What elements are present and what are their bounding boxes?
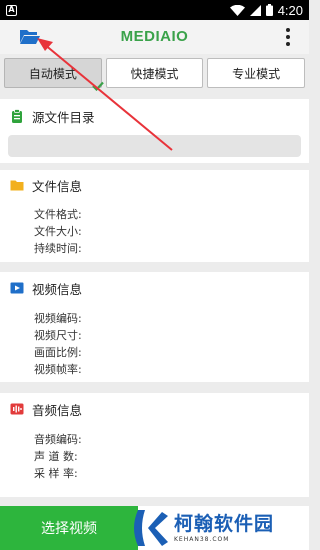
file-size-label: 文件大小: xyxy=(34,225,82,238)
video-icon xyxy=(10,282,24,294)
video-info-title: 视频信息 xyxy=(32,281,83,297)
watermark-domain: KEHAN38.COM xyxy=(174,536,230,543)
video-info-card: 视频信息 视频编码: 视频尺寸: 画面比例: 视频帧率: xyxy=(0,272,309,382)
select-video-button[interactable]: 选择视频 xyxy=(0,506,138,550)
signal-icon xyxy=(249,4,261,16)
source-dir-title: 源文件目录 xyxy=(32,109,95,125)
video-size-label: 视频尺寸: xyxy=(34,329,82,342)
aspect-ratio-label: 画面比例: xyxy=(34,346,82,359)
tab-pro-mode[interactable]: 专业模式 xyxy=(207,58,306,88)
folder-icon xyxy=(10,180,24,191)
status-time: 4:20 xyxy=(277,2,303,18)
status-icons: 4:20 xyxy=(229,2,303,18)
app-title: MEDIAIO xyxy=(120,28,189,45)
kehan-logo-icon xyxy=(134,510,168,546)
source-dir-card: 源文件目录 xyxy=(0,99,309,163)
video-codec-label: 视频编码: xyxy=(34,312,82,325)
watermark-name: 柯翰软件园 xyxy=(174,513,275,535)
source-path-field[interactable] xyxy=(8,135,301,157)
tab-auto-mode[interactable]: 自动模式 xyxy=(4,58,104,91)
battery-icon xyxy=(265,4,273,16)
status-bar: A 4:20 xyxy=(0,0,309,20)
tab-pro-mode-label: 专业模式 xyxy=(232,66,281,81)
watermark: 柯翰软件园 KEHAN38.COM xyxy=(128,506,309,550)
audio-codec-label: 音频编码: xyxy=(34,433,82,446)
sample-rate-label: 采 样 率: xyxy=(34,467,78,480)
bottom-bar: 选择视频 柯翰软件园 KEHAN38.COM xyxy=(0,506,309,550)
audio-info-card: 音频信息 音频编码: 声 道 数: 采 样 率: xyxy=(0,393,309,497)
channels-label: 声 道 数: xyxy=(34,450,78,463)
app-bar: MEDIAIO xyxy=(0,20,309,54)
clipboard-icon xyxy=(12,109,22,123)
tab-auto-mode-label: 自动模式 xyxy=(28,66,77,81)
file-info-card: 文件信息 文件格式: 文件大小: 持续时间: xyxy=(0,170,309,262)
more-menu-icon[interactable] xyxy=(285,28,291,46)
check-icon xyxy=(91,81,104,91)
wifi-icon xyxy=(229,4,245,16)
mode-tabs: 自动模式 快捷模式 专业模式 xyxy=(4,58,306,91)
file-format-label: 文件格式: xyxy=(34,208,82,221)
file-info-title: 文件信息 xyxy=(32,178,83,194)
tab-quick-mode[interactable]: 快捷模式 xyxy=(105,58,204,88)
duration-label: 持续时间: xyxy=(34,242,82,255)
frame-rate-label: 视频帧率: xyxy=(34,363,82,376)
notification-a-icon: A xyxy=(6,4,17,16)
tab-quick-mode-label: 快捷模式 xyxy=(130,66,179,81)
audio-icon xyxy=(10,403,24,415)
audio-info-title: 音频信息 xyxy=(32,402,83,418)
